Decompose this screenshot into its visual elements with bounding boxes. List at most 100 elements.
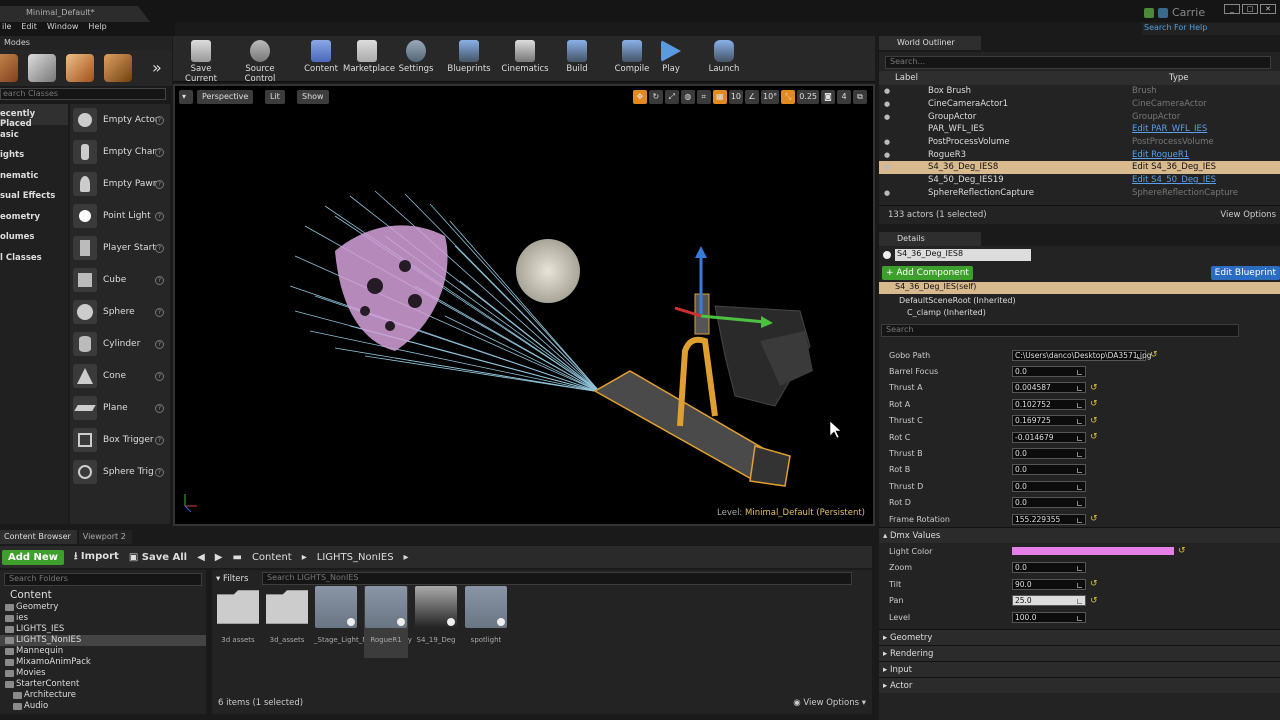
- details-search-input[interactable]: Search: [881, 324, 1239, 337]
- import-button[interactable]: ⭳ Import: [74, 549, 119, 566]
- list-item[interactable]: Cube?: [70, 264, 170, 296]
- section-rendering[interactable]: ▸ Rendering: [879, 645, 1280, 662]
- landscape-mode-icon[interactable]: [66, 54, 94, 82]
- tree-item[interactable]: Geometry: [0, 602, 206, 613]
- category-volumes[interactable]: olumes: [0, 227, 68, 248]
- world-outliner-tab[interactable]: World Outliner: [879, 36, 981, 50]
- help-icon[interactable]: ?: [155, 435, 164, 445]
- category-visual-effects[interactable]: sual Effects: [0, 186, 68, 207]
- show-button[interactable]: Show: [297, 90, 329, 104]
- reset-icon[interactable]: ↺: [1090, 383, 1098, 393]
- marketplace-button[interactable]: Marketplace: [343, 38, 395, 74]
- reset-icon[interactable]: ↺: [1090, 432, 1098, 442]
- table-row[interactable]: ● PostProcessVolume PostProcessVolume: [879, 136, 1280, 149]
- table-row[interactable]: ● Box Brush Brush: [879, 85, 1280, 98]
- section-actor[interactable]: ▸ Actor: [879, 677, 1280, 694]
- place-mode-icon[interactable]: [0, 54, 18, 82]
- add-component-button[interactable]: + Add Component: [882, 266, 973, 280]
- filters-button[interactable]: ▾ Filters: [216, 574, 256, 584]
- reset-icon[interactable]: ↺: [1178, 546, 1186, 556]
- menu-edit[interactable]: Edit: [21, 22, 37, 36]
- tree-item-selected[interactable]: LIGHTS_NonIES: [0, 635, 206, 646]
- add-new-button[interactable]: Add New: [2, 549, 64, 565]
- edit-blueprint-button[interactable]: Edit Blueprint: [1210, 266, 1280, 280]
- level-viewport[interactable]: ▾ Perspective Lit Show ✥ ↻ ⤢ ◍ ⌗ ▦ 10 ∠ …: [173, 84, 875, 526]
- asset-search-input[interactable]: Search LIGHTS_NonIES: [262, 572, 852, 585]
- reset-icon[interactable]: ↺: [1090, 579, 1098, 589]
- category-recently-placed[interactable]: ecently Placed: [0, 104, 68, 129]
- list-item[interactable]: Cone?: [70, 360, 170, 392]
- tree-item[interactable]: Audio: [0, 701, 206, 712]
- menu-file[interactable]: ile: [2, 22, 11, 36]
- camera-speed-value[interactable]: 4: [837, 90, 851, 104]
- tree-item[interactable]: C_clamp (Inherited): [879, 306, 1280, 318]
- view-options-button[interactable]: ◉ View Options ▾: [793, 698, 866, 708]
- asset-tile[interactable]: _Stage_Light_NonIESLegacy: [314, 586, 412, 644]
- tree-item[interactable]: Architecture: [0, 690, 206, 701]
- folder-search-input[interactable]: Search Folders: [4, 573, 202, 586]
- asset-tile-selected[interactable]: RogueR1: [364, 586, 408, 658]
- tree-item[interactable]: Movies: [0, 668, 206, 679]
- list-item[interactable]: Sphere Trig?: [70, 456, 170, 488]
- breadcrumb-lights-nonies[interactable]: LIGHTS_NonIES: [317, 552, 394, 563]
- minimize-icon[interactable]: _: [1224, 4, 1240, 14]
- table-row-selected[interactable]: ● S4_36_Deg_IES8 Edit S4_36_Deg_IES: [879, 161, 1280, 174]
- category-geometry[interactable]: eometry: [0, 207, 68, 228]
- build-button[interactable]: Build: [559, 38, 595, 74]
- tab-viewport-2[interactable]: Viewport 2: [78, 530, 132, 544]
- content-button[interactable]: Content: [295, 38, 347, 74]
- section-geometry[interactable]: ▸ Geometry: [879, 629, 1280, 646]
- asset-tile[interactable]: 3d_assets: [265, 586, 309, 644]
- search-classes-input[interactable]: earch Classes: [0, 88, 166, 100]
- compile-button[interactable]: Compile: [609, 38, 655, 74]
- list-item[interactable]: Point Light?: [70, 200, 170, 232]
- perspective-button[interactable]: Perspective: [197, 90, 254, 104]
- grid-size-value[interactable]: 10: [728, 90, 743, 104]
- visibility-icon[interactable]: ●: [882, 87, 892, 95]
- list-item[interactable]: Box Trigger?: [70, 424, 170, 456]
- grid-snap-icon[interactable]: ▦: [712, 90, 727, 104]
- menu-window[interactable]: Window: [47, 22, 79, 36]
- visibility-icon[interactable]: ●: [882, 100, 892, 108]
- maximize-icon[interactable]: □: [1242, 4, 1258, 14]
- cinematics-button[interactable]: Cinematics: [499, 38, 551, 74]
- list-item[interactable]: Empty Actor?: [70, 104, 170, 136]
- table-row[interactable]: ● RogueR3 Edit RogueR1: [879, 148, 1280, 161]
- light-color-swatch[interactable]: [1012, 547, 1174, 556]
- help-icon[interactable]: ?: [155, 179, 164, 189]
- table-row[interactable]: S4_50_Deg_IES19 Edit S4_50_Deg_IES: [879, 174, 1280, 187]
- user-icon-2[interactable]: [1158, 7, 1168, 18]
- tab-content-browser[interactable]: Content Browser: [0, 530, 77, 544]
- visibility-icon[interactable]: ●: [882, 163, 892, 171]
- save-all-button[interactable]: ▣ Save All: [129, 552, 187, 563]
- outliner-search-input[interactable]: Search...: [885, 56, 1271, 69]
- close-icon[interactable]: ✕: [1260, 4, 1276, 14]
- asset-tile[interactable]: S4_19_Deg: [414, 586, 458, 644]
- tree-item[interactable]: DefaultSceneRoot (Inherited): [879, 294, 1280, 306]
- help-icon[interactable]: ?: [155, 243, 164, 253]
- angle-snap-value[interactable]: 10°: [761, 90, 780, 104]
- visibility-icon[interactable]: ●: [882, 151, 892, 159]
- save-current-button[interactable]: Save Current: [175, 38, 227, 84]
- scale-snap-icon[interactable]: ⤡: [781, 90, 796, 104]
- tree-item[interactable]: ies: [0, 613, 206, 624]
- forward-icon[interactable]: ▶: [215, 552, 223, 563]
- translate-icon[interactable]: ✥: [632, 90, 647, 104]
- visibility-icon[interactable]: ●: [882, 189, 892, 197]
- view-options-button[interactable]: View Options: [1220, 210, 1276, 220]
- breadcrumb-content[interactable]: Content: [252, 552, 292, 563]
- scale-icon[interactable]: ⤢: [664, 90, 679, 104]
- world-icon[interactable]: ◍: [680, 90, 695, 104]
- angle-snap-icon[interactable]: ∠: [745, 90, 759, 104]
- table-row[interactable]: ● CineCameraActor1 CineCameraActor: [879, 98, 1280, 111]
- visibility-icon[interactable]: ●: [882, 113, 892, 121]
- help-icon[interactable]: ?: [155, 371, 164, 381]
- help-icon[interactable]: ?: [155, 115, 164, 125]
- list-item[interactable]: Empty Char?: [70, 136, 170, 168]
- asset-tile[interactable]: 3d assets: [216, 586, 260, 644]
- list-item[interactable]: Player Start?: [70, 232, 170, 264]
- list-item[interactable]: Sphere?: [70, 296, 170, 328]
- foliage-mode-icon[interactable]: [104, 54, 132, 82]
- list-item[interactable]: Plane?: [70, 392, 170, 424]
- paint-mode-icon[interactable]: [28, 54, 56, 82]
